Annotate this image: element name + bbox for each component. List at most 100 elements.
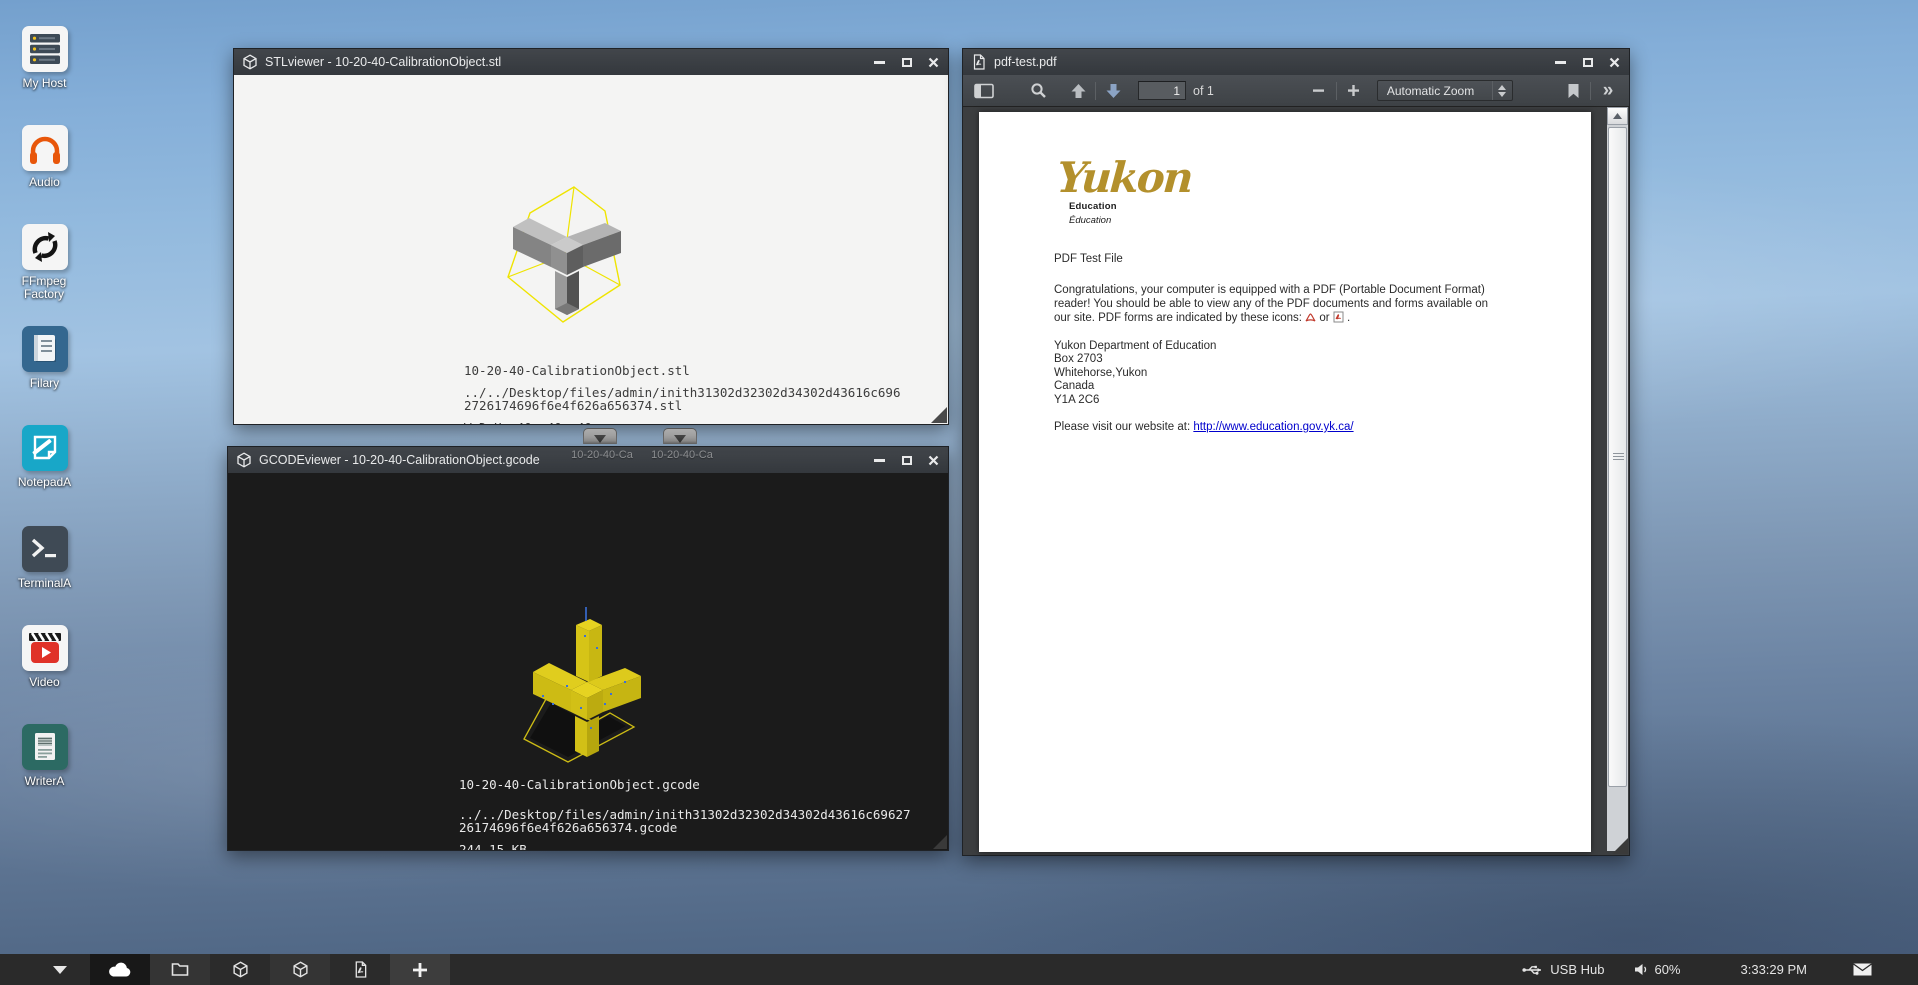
desktop-icon-video[interactable]: Video <box>1 625 88 689</box>
taskbar-gcodeviewer-button[interactable] <box>270 954 330 985</box>
stl-dimensions: W,D,H: 40, 40, 40 mm <box>464 421 901 425</box>
cube-icon <box>232 961 249 978</box>
previous-page-button[interactable] <box>1065 79 1091 103</box>
desktop-icon-audio[interactable]: Audio <box>1 125 88 189</box>
background-file-icon[interactable] <box>663 428 697 444</box>
minimize-button[interactable] <box>873 56 886 69</box>
taskbar-menu-button[interactable] <box>30 954 90 985</box>
paragraph-text: . <box>1347 312 1350 324</box>
zoom-out-button[interactable] <box>1306 79 1332 103</box>
paragraph-text: or <box>1319 312 1332 324</box>
window-title: pdf-test.pdf <box>994 55 1546 69</box>
maximize-button[interactable] <box>900 56 913 69</box>
pdf-viewer-window: pdf-test.pdf <box>962 48 1630 856</box>
cube-icon <box>236 452 252 468</box>
zoom-select[interactable]: Automatic Zoom <box>1377 80 1513 101</box>
paragraph-line: Congratulations, your computer is equipp… <box>1054 283 1529 297</box>
pdf-paragraph: Congratulations, your computer is equipp… <box>1054 283 1529 326</box>
taskbar-files-button[interactable] <box>150 954 210 985</box>
resize-grip[interactable] <box>933 835 947 849</box>
address-line: Box 2703 <box>1054 353 1216 366</box>
maximize-button[interactable] <box>900 454 913 467</box>
maximize-button[interactable] <box>1581 56 1594 69</box>
close-button[interactable] <box>1608 56 1621 69</box>
stl-render-area[interactable]: 10-20-40-CalibrationObject.stl ../../Des… <box>234 75 948 424</box>
cube-icon <box>242 54 258 70</box>
scrollbar-thumb[interactable] <box>1608 127 1627 787</box>
yukon-logo: Yukon Education Éducation <box>1057 158 1192 228</box>
desktop-icon-label: WriterA <box>1 775 88 788</box>
close-button[interactable] <box>927 56 940 69</box>
stl-file-info: 10-20-40-CalibrationObject.stl ../../Des… <box>464 364 901 424</box>
pdf-scrollbar[interactable] <box>1607 107 1628 851</box>
gcode-path-line2: 26174696f6e4f626a656374.gcode <box>459 821 911 835</box>
bookmark-button[interactable] <box>1560 79 1586 103</box>
zoom-select-spinner <box>1492 81 1512 100</box>
mail-indicator[interactable] <box>1853 963 1872 976</box>
desktop-icon-ffmpeg-factory[interactable]: FFmpeg Factory <box>1 224 88 301</box>
pdf-titlebar[interactable]: pdf-test.pdf <box>963 49 1629 75</box>
taskbar-cloud-button[interactable] <box>90 954 150 985</box>
envelope-icon <box>1853 963 1872 976</box>
stl-titlebar[interactable]: STLviewer - 10-20-40-CalibrationObject.s… <box>234 49 948 75</box>
stl-3d-object <box>491 167 651 337</box>
close-button[interactable] <box>927 454 940 467</box>
website-link[interactable]: http://www.education.gov.yk.ca/ <box>1193 421 1353 433</box>
search-button[interactable] <box>1025 79 1051 103</box>
gcode-path-line1: ../../Desktop/files/admin/inith31302d323… <box>459 808 911 822</box>
minimize-button[interactable] <box>1554 56 1567 69</box>
page-number-input[interactable] <box>1138 81 1186 100</box>
desktop-icon-notepada[interactable]: NotepadA <box>1 425 88 489</box>
pdf-file-icon <box>971 54 987 70</box>
usb-hub-label: USB Hub <box>1550 962 1604 977</box>
document-icon <box>22 724 68 770</box>
taskbar-stlviewer-button[interactable] <box>210 954 270 985</box>
stl-path-line2: 2726174696f6e4f626a656374.stl <box>464 399 901 413</box>
desktop-icon-label: NotepadA <box>1 476 88 489</box>
yukon-logo-sub-fr: Éducation <box>1069 214 1192 228</box>
background-file-label: 10-20-40-Ca <box>646 449 718 461</box>
taskbar-new-tab-button[interactable] <box>390 954 450 985</box>
chevron-down-icon <box>53 966 67 974</box>
usb-hub-indicator[interactable]: USB Hub <box>1522 962 1604 977</box>
gcode-viewer-window: GCODEviewer - 10-20-40-CalibrationObject… <box>227 446 949 851</box>
more-tools-button[interactable]: » <box>1595 79 1621 103</box>
desktop-icon-terminala[interactable]: TerminalA <box>1 526 88 590</box>
taskbar-pdfviewer-button[interactable] <box>330 954 390 985</box>
pdf-page: Yukon Education Éducation PDF Test File … <box>979 112 1591 852</box>
stl-viewer-window: STLviewer - 10-20-40-CalibrationObject.s… <box>233 48 949 425</box>
headphones-icon <box>22 125 68 171</box>
resize-grip[interactable] <box>1612 838 1628 854</box>
note-pencil-icon <box>22 425 68 471</box>
minimize-button[interactable] <box>873 454 886 467</box>
desktop-icon-writera[interactable]: WriterA <box>1 724 88 788</box>
desktop-icon-my-host[interactable]: My Host <box>1 26 88 90</box>
address-line: Whitehorse,Yukon <box>1054 367 1216 380</box>
zoom-select-label: Automatic Zoom <box>1387 84 1474 98</box>
gcode-filename: 10-20-40-CalibrationObject.gcode <box>459 778 911 792</box>
sidebar-toggle-button[interactable] <box>971 79 997 103</box>
usb-icon <box>1522 964 1544 976</box>
clock[interactable]: 3:33:29 PM <box>1741 962 1808 977</box>
desktop-icon-filary[interactable]: Filary <box>1 326 88 390</box>
background-file-icon[interactable] <box>583 428 617 444</box>
pdf-website-line: Please visit our website at: http://www.… <box>1054 420 1354 434</box>
toolbar-separator <box>1336 82 1337 100</box>
next-page-button[interactable] <box>1100 79 1126 103</box>
paragraph-line: our site. PDF forms are indicated by the… <box>1054 311 1529 325</box>
server-icon <box>22 26 68 72</box>
cube-icon <box>292 961 309 978</box>
scroll-up-button[interactable] <box>1607 107 1628 125</box>
pdf-file-icon <box>353 961 368 978</box>
gcode-file-info: 10-20-40-CalibrationObject.gcode ../../D… <box>459 778 911 850</box>
address-line: Canada <box>1054 380 1216 393</box>
volume-indicator[interactable]: 60% <box>1634 962 1680 977</box>
toolbar-separator <box>1590 82 1591 100</box>
window-title: GCODEviewer - 10-20-40-CalibrationObject… <box>259 453 865 467</box>
gcode-render-area[interactable]: 10-20-40-CalibrationObject.gcode ../../D… <box>228 473 948 850</box>
zoom-in-button[interactable] <box>1341 79 1367 103</box>
pdf-form-icon <box>1333 311 1344 323</box>
pdf-heading: PDF Test File <box>1054 252 1123 266</box>
volume-label: 60% <box>1654 962 1680 977</box>
resize-grip[interactable] <box>931 407 947 423</box>
